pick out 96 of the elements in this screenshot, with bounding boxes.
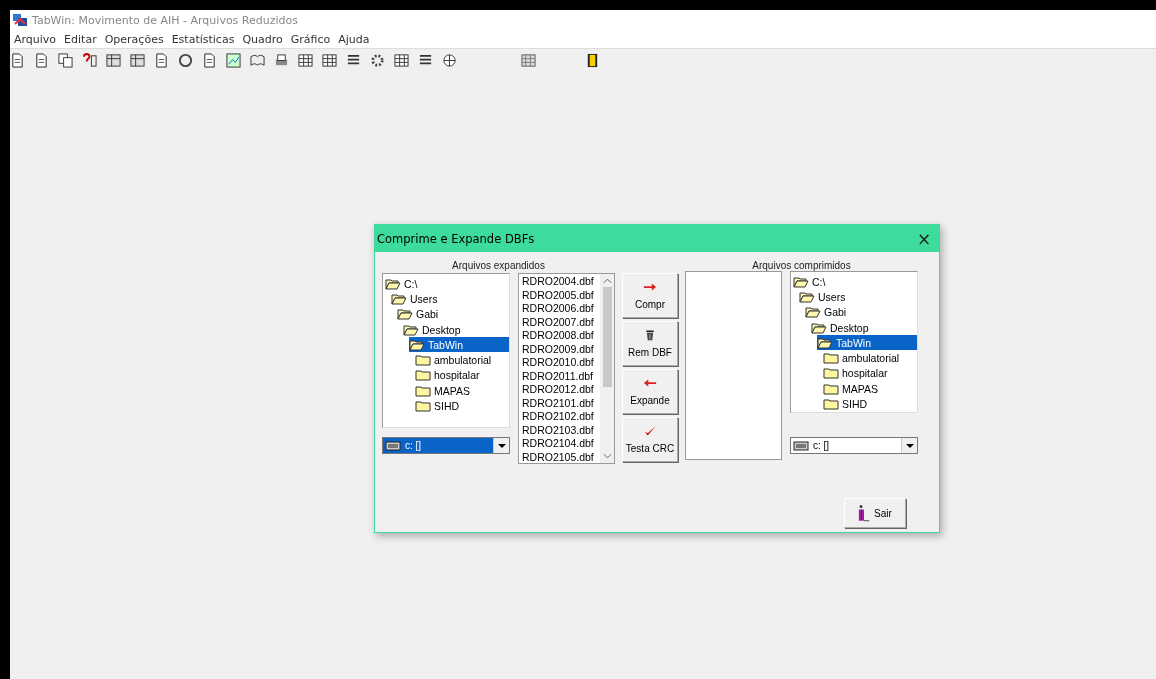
folder-icon xyxy=(415,400,431,412)
menu-item[interactable]: Gráfico xyxy=(286,32,335,46)
chart-icon[interactable] xyxy=(226,52,241,68)
file-item[interactable]: RDRO2004.dbf xyxy=(522,275,600,289)
tree-item[interactable]: Desktop xyxy=(811,319,870,336)
open-folder-icon xyxy=(817,336,833,349)
tree-item[interactable]: SIHD xyxy=(823,396,869,412)
cycle-icon[interactable] xyxy=(178,52,193,68)
tree-item[interactable]: Desktop xyxy=(403,321,462,338)
menu-item[interactable]: Operações xyxy=(100,32,168,46)
file-item[interactable]: RDRO2105.dbf xyxy=(522,450,600,464)
section-heading: Arquivos expandidos xyxy=(451,260,546,273)
doc-icon[interactable] xyxy=(154,52,169,68)
tree-item[interactable]: MAPAS xyxy=(415,383,471,399)
tree-item[interactable]: hospitalar xyxy=(415,367,481,384)
tree-item[interactable]: Gabi xyxy=(397,306,440,322)
trash-icon xyxy=(643,329,657,341)
grid-icon[interactable] xyxy=(106,52,121,68)
drive-icon xyxy=(385,440,401,451)
file-item[interactable]: RDRO2010.dbf xyxy=(522,356,600,370)
book-icon[interactable] xyxy=(250,52,265,68)
grid-icon[interactable] xyxy=(130,52,145,68)
file-item[interactable]: RDRO2103.dbf xyxy=(522,423,600,437)
tree-item[interactable]: C:\ xyxy=(385,276,419,292)
file-item[interactable]: RDRO2102.dbf xyxy=(522,410,600,424)
folder-icon xyxy=(823,367,839,380)
tree-item[interactable]: MAPAS xyxy=(823,381,879,397)
print-icon[interactable] xyxy=(274,52,289,68)
dropdown-arrow-icon[interactable] xyxy=(497,443,506,448)
scroll-up-icon[interactable] xyxy=(602,278,612,284)
tree-item[interactable]: SIHD xyxy=(415,398,461,414)
doc-icon[interactable] xyxy=(10,52,25,68)
checkmark-icon xyxy=(643,425,657,437)
open-folder-icon xyxy=(403,323,419,336)
drive-dropdown[interactable]: c: [] xyxy=(382,437,510,454)
folder-icon xyxy=(823,382,839,395)
right-arrow-icon xyxy=(643,281,657,293)
copy-icon[interactable] xyxy=(58,52,73,68)
file-item[interactable]: RDRO2101.dbf xyxy=(522,396,600,410)
file-item[interactable]: RDRO2006.dbf xyxy=(522,302,600,316)
menu-item[interactable]: Estatísticas xyxy=(167,32,239,46)
file-item[interactable]: RDRO2009.dbf xyxy=(522,342,600,356)
action-button[interactable]: Rem DBF xyxy=(622,321,678,366)
file-item[interactable]: RDRO2012.dbf xyxy=(522,383,600,397)
tree-item[interactable]: C:\ xyxy=(793,274,827,290)
dialog-title: Comprime e Expande DBFs xyxy=(377,231,535,246)
open-folder-icon xyxy=(799,290,815,303)
help-icon[interactable] xyxy=(82,52,97,68)
folder-icon xyxy=(823,398,839,410)
folder-icon xyxy=(415,369,431,382)
open-folder-icon xyxy=(391,292,407,305)
menu-item[interactable]: Editar xyxy=(60,32,101,46)
tree-item[interactable]: Users xyxy=(391,291,439,307)
open-folder-icon xyxy=(793,275,809,288)
tree-item[interactable]: ambulatorial xyxy=(415,352,493,368)
scrollbar[interactable] xyxy=(600,274,614,463)
door-exit-icon xyxy=(858,504,871,522)
table-icon[interactable] xyxy=(322,52,337,68)
file-item[interactable]: RDRO2011.dbf xyxy=(522,369,600,383)
window-title: TabWin: Movimento de AIH - Arquivos Reduzidos xyxy=(32,13,298,27)
folder-icon xyxy=(415,384,431,397)
tree-item[interactable]: ambulatorial xyxy=(823,350,901,366)
exit-button[interactable]: Sair xyxy=(844,498,906,528)
doc-icon[interactable] xyxy=(202,52,217,68)
menu-item[interactable]: Ajuda xyxy=(334,32,374,46)
file-item[interactable]: RDRO2007.dbf xyxy=(522,315,600,329)
open-folder-icon xyxy=(409,338,425,351)
menu-item[interactable]: Arquivo xyxy=(10,32,61,46)
tree-item[interactable]: Users xyxy=(799,289,847,305)
app-icon xyxy=(12,12,28,28)
open-folder-icon xyxy=(805,306,821,319)
close-button[interactable]: × xyxy=(909,225,939,252)
menu-item[interactable]: Quadro xyxy=(238,32,287,46)
open-folder-icon xyxy=(811,321,827,334)
action-button[interactable]: Testa CRC xyxy=(622,417,678,462)
drive-icon xyxy=(793,440,809,451)
left-arrow-icon xyxy=(643,377,657,389)
table-icon[interactable] xyxy=(394,52,409,68)
open-folder-icon xyxy=(385,277,401,290)
drive-dropdown[interactable]: c: [] xyxy=(790,437,918,454)
tree-item[interactable]: TabWin xyxy=(817,335,917,351)
tree-item[interactable]: Gabi xyxy=(805,304,848,320)
scroll-down-icon[interactable] xyxy=(602,453,612,459)
door-icon[interactable] xyxy=(585,52,600,68)
dropdown-arrow-icon[interactable] xyxy=(905,443,914,448)
tree-item[interactable]: hospitalar xyxy=(823,365,889,382)
file-item[interactable]: RDRO2008.dbf xyxy=(522,329,600,343)
file-item[interactable]: RDRO2005.dbf xyxy=(522,288,600,302)
tree-item[interactable]: TabWin xyxy=(409,337,509,353)
action-button[interactable]: Compr xyxy=(622,273,678,318)
section-heading: Arquivos comprimidos xyxy=(751,260,852,271)
file-item[interactable]: RDRO2104.dbf xyxy=(522,437,600,451)
open-folder-icon xyxy=(397,308,413,321)
table-icon[interactable] xyxy=(298,52,313,68)
doc-icon[interactable] xyxy=(34,52,49,68)
action-button[interactable]: Expande xyxy=(622,369,678,414)
